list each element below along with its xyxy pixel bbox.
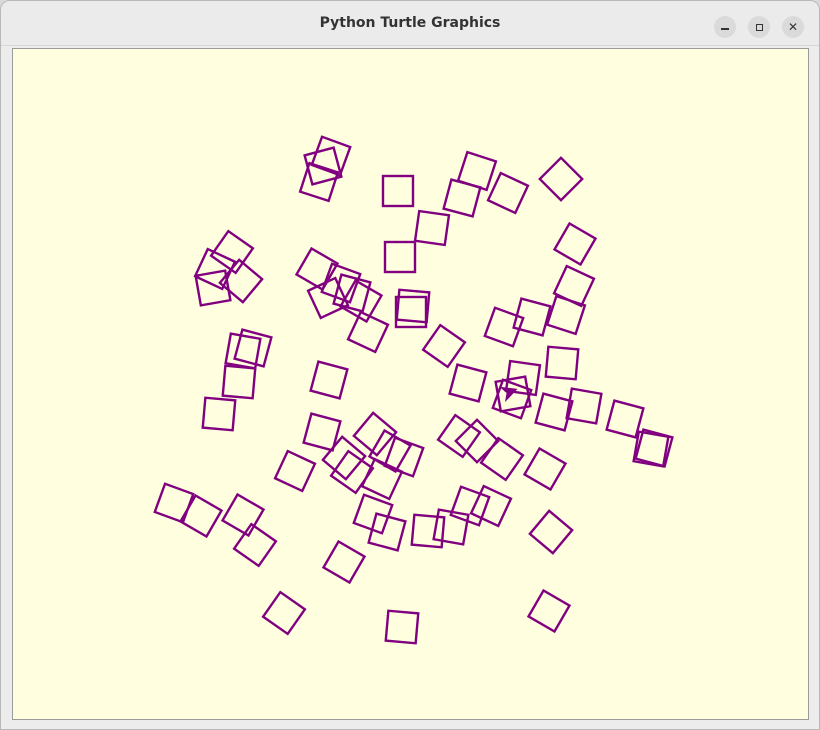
turtle-square bbox=[448, 363, 488, 403]
turtle-window: Python Turtle Graphics ✕ bbox=[0, 0, 820, 730]
turtle-square bbox=[421, 323, 467, 369]
turtle-square bbox=[309, 360, 349, 400]
turtle-square bbox=[479, 436, 525, 482]
turtle-square bbox=[552, 221, 598, 267]
turtle-square bbox=[413, 209, 451, 247]
turtle-square bbox=[436, 413, 482, 459]
turtle-square bbox=[538, 156, 584, 202]
turtle-square bbox=[383, 240, 417, 274]
turtle-canvas[interactable] bbox=[12, 48, 809, 720]
turtle-square bbox=[332, 273, 372, 313]
turtle-square bbox=[528, 509, 574, 555]
minimize-icon bbox=[721, 24, 729, 30]
turtle-square bbox=[384, 609, 420, 645]
close-button[interactable]: ✕ bbox=[782, 16, 804, 38]
close-icon: ✕ bbox=[787, 20, 799, 34]
title-bar[interactable]: Python Turtle Graphics ✕ bbox=[1, 1, 819, 46]
turtle-square bbox=[526, 588, 572, 634]
turtle-square bbox=[153, 482, 195, 524]
turtle-square bbox=[224, 332, 262, 370]
turtle-square bbox=[178, 493, 224, 539]
turtle-square bbox=[273, 449, 317, 493]
turtle-square bbox=[221, 364, 257, 400]
window-title: Python Turtle Graphics bbox=[319, 15, 501, 31]
drawing-surface bbox=[153, 135, 674, 645]
turtle-square bbox=[201, 396, 237, 432]
turtle-square bbox=[442, 178, 482, 218]
turtle-square bbox=[545, 294, 587, 336]
turtle-square bbox=[261, 590, 307, 636]
turtle-square bbox=[410, 513, 446, 549]
turtle-square bbox=[381, 174, 415, 208]
minimize-button[interactable] bbox=[714, 16, 736, 38]
turtle-square bbox=[486, 171, 530, 215]
turtle-square bbox=[395, 288, 431, 324]
turtle-square bbox=[321, 539, 367, 585]
turtle-square bbox=[552, 264, 596, 308]
maximize-icon bbox=[755, 23, 763, 31]
turtle-square bbox=[456, 150, 498, 192]
maximize-button[interactable] bbox=[748, 16, 770, 38]
turtle-square bbox=[522, 446, 568, 492]
turtle-square bbox=[544, 345, 580, 381]
